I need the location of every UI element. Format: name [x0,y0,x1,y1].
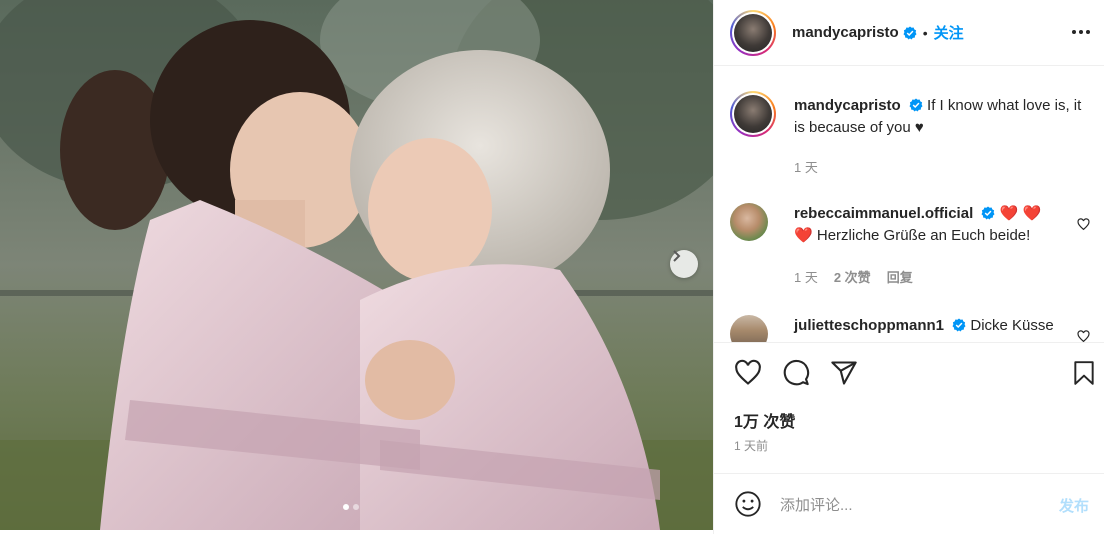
commenter-avatar[interactable] [730,203,768,241]
more-icon[interactable] [1071,22,1091,42]
post-header: mandycapristo • 关注 [714,0,1104,66]
comment-meta: 1 天 2 次赞 回复 [794,267,913,286]
author-avatar[interactable] [730,91,776,137]
chevron-right-icon [673,250,681,262]
author-avatar[interactable] [730,9,776,56]
author-username[interactable]: mandycapristo [792,24,899,41]
post-image[interactable] [0,0,713,530]
verified-badge-icon [903,26,917,39]
comments-list[interactable]: mandycapristo If I know what love is, it… [714,67,1104,342]
like-comment-heart-icon[interactable] [1077,330,1090,342]
carousel-dots [343,504,359,510]
comment-icon[interactable] [782,359,810,387]
heart-icon[interactable] [734,359,762,387]
comment-text-block: rebeccaimmanuel.official ❤️ ❤️ ❤️ Herzli… [794,203,1094,247]
comment-time[interactable]: 1 天 [794,267,818,286]
carousel-dot [353,504,359,510]
comment-username[interactable]: rebeccaimmanuel.official [794,205,973,222]
caption-text-block: mandycapristo If I know what love is, it… [794,95,1094,139]
like-comment-heart-icon[interactable] [1077,218,1090,231]
post-comment-button[interactable]: 发布 [1059,495,1089,516]
follow-button[interactable]: 关注 [934,22,964,43]
comment-likes[interactable]: 2 次赞 [834,267,871,286]
post-time[interactable]: 1 天前 [734,437,768,454]
post-sidebar: mandycapristo • 关注 mandycapristo If I kn… [713,0,1104,534]
comment-text-block: julietteschoppmann1 Dicke Küsse [794,315,1094,337]
verified-badge-icon [981,206,995,220]
post-photo [0,0,713,530]
comment-text: Dicke Küsse [970,317,1054,334]
like-count[interactable]: 1万 次赞 [734,408,795,432]
comment-username[interactable]: julietteschoppmann1 [794,317,944,334]
carousel-dot [343,504,349,510]
caption-username[interactable]: mandycapristo [794,97,901,114]
comment-input[interactable] [780,492,1030,518]
heart-emoji: ❤️ ❤️ [999,205,1042,222]
reply-button[interactable]: 回复 [887,267,913,286]
commenter-avatar[interactable] [730,315,768,342]
comment-composer: 发布 [714,473,1104,534]
header-separator: • [922,24,928,41]
emoji-icon[interactable] [734,490,762,518]
next-photo-button[interactable] [670,250,698,278]
post-actions [714,342,1104,402]
caption-meta: 1 天 [794,157,818,176]
share-icon[interactable] [830,359,858,387]
comment-text: Herzliche Grüße an Euch beide! [816,227,1031,244]
verified-badge-icon [952,318,966,332]
bookmark-icon[interactable] [1071,359,1097,387]
verified-badge-icon [909,98,923,112]
caption-time[interactable]: 1 天 [794,157,818,176]
heart-emoji: ❤️ [794,227,813,244]
